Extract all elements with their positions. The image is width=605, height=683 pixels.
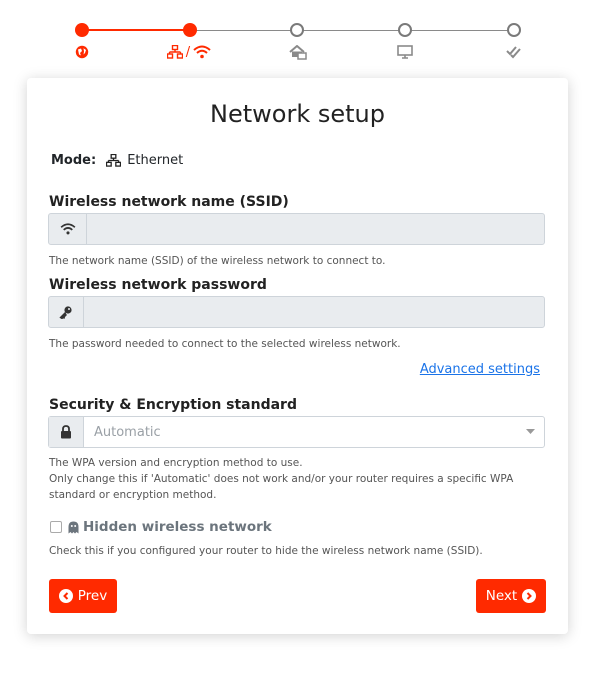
hidden-network-checkbox[interactable] <box>50 521 62 533</box>
password-label: Wireless network password <box>49 277 267 293</box>
home-icon <box>288 43 308 61</box>
ssid-label: Wireless network name (SSID) <box>49 194 289 210</box>
progress-stepper: / <box>0 0 605 70</box>
ssid-help: The network name (SSID) of the wireless … <box>49 255 386 267</box>
step-dot-1[interactable] <box>75 23 89 37</box>
step-connector <box>82 29 190 31</box>
security-selected-value: Automatic <box>94 424 161 440</box>
step-connector <box>190 30 514 31</box>
globe-icon <box>74 43 90 61</box>
prev-label: Prev <box>77 588 108 604</box>
ssid-field <box>48 213 545 245</box>
password-input[interactable] <box>84 297 544 327</box>
mode-row: Mode: Ethernet <box>51 153 183 168</box>
hidden-network-row[interactable]: Hidden wireless network <box>50 519 272 535</box>
separator: / <box>185 44 191 60</box>
double-check-icon <box>505 43 523 61</box>
setup-card: Network setup Mode: Ethernet Wireless ne… <box>27 78 568 634</box>
step-dot-2[interactable] <box>183 23 197 37</box>
network-icon <box>106 154 122 167</box>
key-icon <box>49 297 84 327</box>
security-help-2: Only change this if 'Automatic' does not… <box>49 473 514 501</box>
security-select[interactable]: Automatic <box>48 416 545 448</box>
lock-icon <box>49 417 84 447</box>
chevron-right-icon <box>522 589 537 603</box>
wifi-icon <box>49 214 87 244</box>
step-dot-3[interactable] <box>290 23 304 37</box>
monitor-icon <box>396 43 414 61</box>
mode-value: Ethernet <box>127 153 184 168</box>
password-field <box>48 296 545 328</box>
hidden-network-label: Hidden wireless network <box>83 519 272 535</box>
mode-label: Mode: <box>51 153 97 168</box>
advanced-settings-link[interactable]: Advanced settings <box>420 362 540 377</box>
next-button[interactable]: Next <box>476 579 546 613</box>
hidden-network-help: Check this if you configured your router… <box>49 545 483 557</box>
chevron-left-icon <box>58 589 73 603</box>
security-help-1: The WPA version and encryption method to… <box>49 457 303 469</box>
step-dot-4[interactable] <box>398 23 412 37</box>
network-wifi-icon: / <box>163 43 215 61</box>
step-dot-5[interactable] <box>507 23 521 37</box>
security-label: Security & Encryption standard <box>49 397 297 413</box>
page-title: Network setup <box>210 100 385 128</box>
ssid-input[interactable] <box>87 214 544 244</box>
chevron-down-icon <box>516 417 544 447</box>
next-label: Next <box>485 588 518 604</box>
ghost-icon <box>68 521 79 534</box>
password-help: The password needed to connect to the se… <box>49 338 401 350</box>
prev-button[interactable]: Prev <box>49 579 117 613</box>
